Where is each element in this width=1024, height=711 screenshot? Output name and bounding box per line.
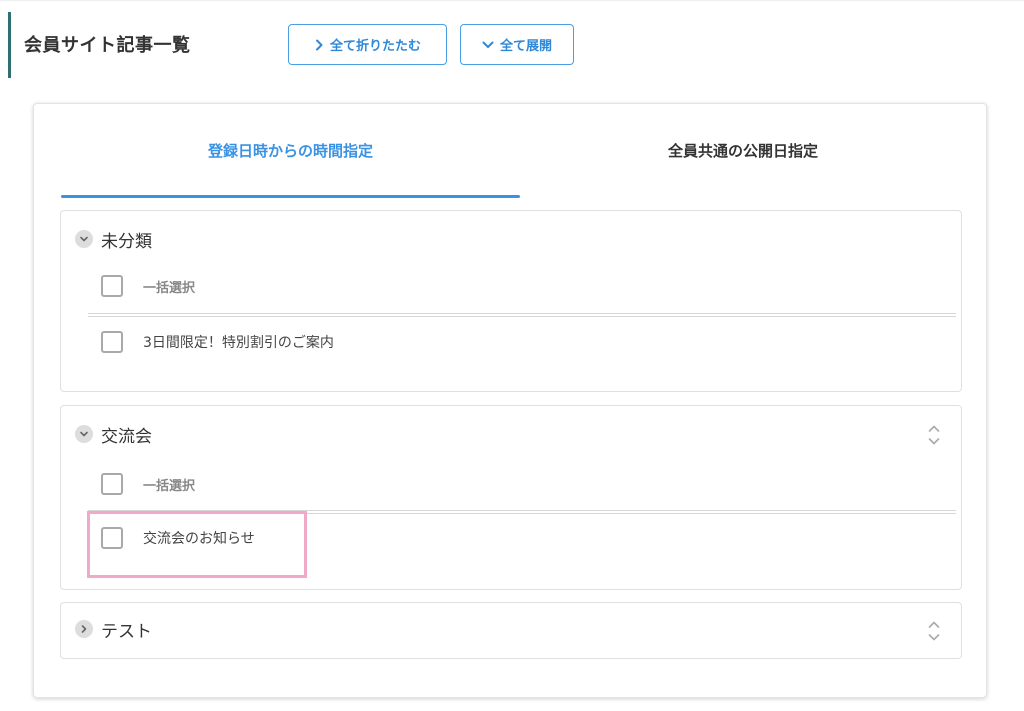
chevron-down-icon[interactable] bbox=[75, 230, 93, 248]
divider bbox=[88, 510, 956, 514]
category-header-uncategorized[interactable]: 未分類 bbox=[75, 229, 152, 252]
bulk-select-label: 一括選択 bbox=[143, 280, 196, 296]
chevron-down-icon[interactable] bbox=[75, 425, 93, 443]
sort-handle-icon[interactable] bbox=[927, 423, 941, 447]
active-tab-indicator bbox=[61, 195, 520, 198]
tab-time-since-registration[interactable]: 登録日時からの時間指定 bbox=[61, 104, 520, 196]
bulk-select-label: 一括選択 bbox=[143, 478, 196, 494]
category-section-networking: 交流会 一括選択 交流会のお知らせ bbox=[60, 405, 962, 590]
article-title: 3日間限定！特別割引のご案内 bbox=[143, 335, 334, 351]
tab-common-publish-date[interactable]: 全員共通の公開日指定 bbox=[520, 104, 966, 196]
collapse-all-label: 全て折りたたむ bbox=[329, 38, 421, 53]
chevron-right-icon[interactable] bbox=[75, 620, 93, 638]
category-header-networking[interactable]: 交流会 bbox=[75, 424, 152, 447]
category-title: 交流会 bbox=[101, 426, 152, 447]
category-title: テスト bbox=[101, 621, 152, 642]
article-title: 交流会のお知らせ bbox=[143, 531, 255, 547]
sort-handle-icon[interactable] bbox=[927, 619, 941, 643]
chevron-down-icon bbox=[482, 40, 494, 50]
expand-all-button[interactable]: 全て展開 bbox=[460, 24, 574, 65]
list-item: 3日間限定！特別割引のご案内 bbox=[101, 330, 334, 354]
divider bbox=[88, 313, 956, 317]
category-section-test: テスト bbox=[60, 602, 962, 659]
article-checkbox[interactable] bbox=[101, 527, 123, 549]
category-title: 未分類 bbox=[101, 231, 152, 252]
category-section-uncategorized: 未分類 一括選択 3日間限定！特別割引のご案内 bbox=[60, 210, 962, 392]
top-rule bbox=[0, 0, 1024, 1]
article-list-card: 登録日時からの時間指定 全員共通の公開日指定 未分類 一括選択 3日間限定！特別… bbox=[33, 103, 987, 698]
bulk-select-row: 一括選択 bbox=[101, 274, 195, 298]
expand-all-label: 全て展開 bbox=[499, 38, 552, 53]
article-checkbox[interactable] bbox=[101, 331, 123, 353]
bulk-select-row: 一括選択 bbox=[101, 472, 195, 496]
chevron-right-icon bbox=[314, 39, 324, 51]
title-accent-bar bbox=[8, 12, 11, 78]
bulk-select-checkbox[interactable] bbox=[101, 275, 123, 297]
bulk-select-checkbox[interactable] bbox=[101, 473, 123, 495]
collapse-all-button[interactable]: 全て折りたたむ bbox=[288, 24, 447, 65]
page-title: 会員サイト記事一覧 bbox=[24, 35, 191, 56]
list-item: 交流会のお知らせ bbox=[101, 526, 255, 550]
category-header-test[interactable]: テスト bbox=[75, 619, 152, 642]
